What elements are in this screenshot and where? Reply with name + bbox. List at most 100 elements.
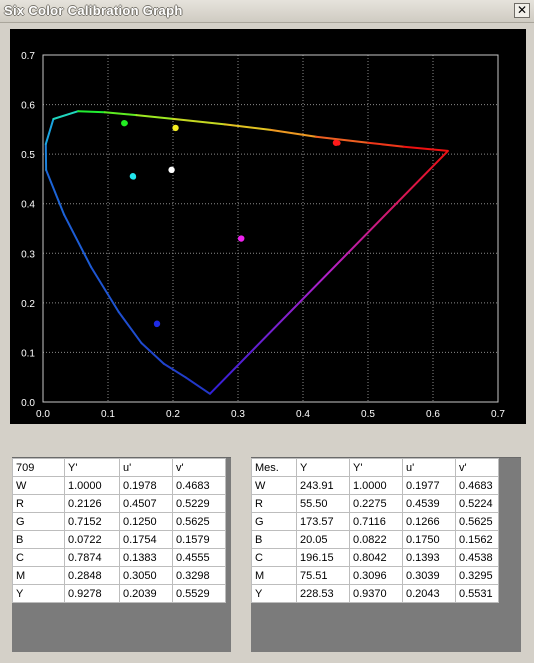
reference-table-row: G 0.7152 0.1250 0.5625 [12, 512, 226, 531]
measured-table-cell: B [251, 530, 297, 549]
spectral-locus-segment [103, 111, 138, 117]
reference-table-cell: M [12, 566, 65, 585]
point-r-measured [335, 140, 341, 146]
point-m-measured [237, 236, 244, 242]
reference-table-cell: 1.0000 [64, 476, 120, 495]
measured-table-cell: 0.3096 [349, 566, 403, 585]
measured-table-header-cell: u' [402, 458, 456, 477]
reference-table-row: R 0.2126 0.4507 0.5229 [12, 494, 226, 513]
measured-table-cell: 0.1393 [402, 548, 456, 567]
point-y-measured [173, 125, 179, 131]
reference-table-cell: 0.1383 [119, 548, 173, 567]
spectral-locus-segment [45, 168, 66, 216]
measured-table-cell: G [251, 512, 297, 531]
spectral-locus-segment [402, 145, 449, 152]
spectral-locus-segment [172, 117, 226, 126]
reference-table-cell: 0.5529 [172, 584, 226, 603]
spectral-locus-segment [140, 342, 165, 365]
spectral-locus-segment [184, 376, 211, 395]
spectral-locus-segment [44, 117, 55, 146]
measured-table-header-cell: v' [455, 458, 499, 477]
measured-table-cell: 228.53 [296, 584, 350, 603]
reference-table-cell: 0.1250 [119, 512, 173, 531]
measured-table-cell: 20.05 [296, 530, 350, 549]
reference-table-cell: 0.4507 [119, 494, 173, 513]
y-tick-label: 0.3 [21, 249, 35, 260]
reference-table-cell: 0.5229 [172, 494, 226, 513]
reference-table-cell: G [12, 512, 65, 531]
reference-table-cell: 0.7874 [64, 548, 120, 567]
cie-chart: 0.0 0.0 0.1 0.1 0.2 0.2 0.3 0.3 0.4 0.4 0.5 0.5 0.6 0… [10, 29, 526, 424]
plot-frame [42, 54, 499, 403]
reference-table-cell: 0.2126 [64, 494, 120, 513]
reference-table-cell: 0.3050 [119, 566, 173, 585]
window-title: Six Color Calibration Graph [4, 3, 183, 18]
line-of-purples [209, 150, 449, 395]
close-icon[interactable]: ✕ [514, 3, 530, 18]
point-b-measured [154, 321, 160, 328]
measured-table-cell: 75.51 [296, 566, 350, 585]
measured-table-cell: 1.0000 [349, 476, 403, 495]
reference-table-header-cell: 709 [12, 458, 65, 477]
measured-table-row: G 173.57 0.7116 0.1266 0.5625 [251, 512, 499, 531]
measured-table-cell: 0.2043 [402, 584, 456, 603]
measured-table-cell: M [251, 566, 297, 585]
reference-table-cell: 0.3298 [172, 566, 226, 585]
reference-table-cell: 0.5625 [172, 512, 226, 531]
measured-table-cell: W [251, 476, 297, 495]
measured-table: Mes. Y Y' u' v' W 243.91 1.0000 0.1977 0.4683 R 55.… [251, 458, 499, 603]
reference-table-cell: Y [12, 584, 65, 603]
measured-table-cell: 243.91 [296, 476, 350, 495]
spectral-locus-segment [117, 310, 143, 345]
spectral-locus-segment [135, 114, 174, 120]
measured-table-cell: 0.2275 [349, 494, 403, 513]
measured-table-header-cell: Y [296, 458, 350, 477]
measured-table-cell: Y [251, 584, 297, 603]
measured-table-row: W 243.91 1.0000 0.1977 0.4683 [251, 476, 499, 495]
spectral-locus-segment [52, 110, 80, 120]
y-tick-label: 0.6 [21, 101, 35, 112]
spectral-locus-segment [315, 135, 369, 144]
reference-table-cell: C [12, 548, 65, 567]
x-tick-label: 0.5 [361, 409, 375, 420]
measured-table-cell: 0.5531 [455, 584, 499, 603]
reference-table-row: B 0.0722 0.1754 0.1579 [12, 530, 226, 549]
x-tick-label: 0.2 [166, 409, 180, 420]
x-tick-label: 0.4 [296, 409, 310, 420]
reference-table-cell: 0.2848 [64, 566, 120, 585]
measured-table-row: Y 228.53 0.9370 0.2043 0.5531 [251, 584, 499, 603]
measured-table-cell: 0.9370 [349, 584, 403, 603]
measured-table-cell: 0.1562 [455, 530, 499, 549]
reference-709-table: 709 Y' u' v' W 1.0000 0.1978 0.4683 R 0.2126 0.450… [12, 458, 226, 603]
reference-table-panel: 709 Y' u' v' W 1.0000 0.1978 0.4683 R 0.2126 0.450… [12, 457, 231, 652]
reference-table-header-cell: v' [172, 458, 226, 477]
measured-table-cell: 0.8042 [349, 548, 403, 567]
measured-table-cell: 173.57 [296, 512, 350, 531]
reference-table-cell: R [12, 494, 65, 513]
measured-table-cell: 0.0822 [349, 530, 403, 549]
measured-table-row: B 20.05 0.0822 0.1750 0.1562 [251, 530, 499, 549]
reference-table-cell: B [12, 530, 65, 549]
measured-table-panel: Mes. Y Y' u' v' W 243.91 1.0000 0.1977 0.4683 R 55.… [251, 457, 521, 652]
measured-table-cell: 0.4538 [455, 548, 499, 567]
measured-table-cell: 55.50 [296, 494, 350, 513]
y-tick-label: 0.7 [21, 51, 35, 62]
spectral-locus-segment [367, 141, 405, 148]
measured-table-cell: 0.1977 [402, 476, 456, 495]
measured-table-row: R 55.50 0.2275 0.4539 0.5224 [251, 494, 499, 513]
measured-table-cell: 0.5625 [455, 512, 499, 531]
reference-table-row: M 0.2848 0.3050 0.3298 [12, 566, 226, 585]
reference-table-cell: 0.0722 [64, 530, 120, 549]
reference-table-header-cell: Y' [64, 458, 120, 477]
reference-table-cell: 0.1754 [119, 530, 173, 549]
measured-table-row: C 196.15 0.8042 0.1393 0.4538 [251, 548, 499, 567]
spectral-locus-segment [89, 265, 120, 313]
spectral-locus-segment [77, 110, 106, 114]
title-bar: Six Color Calibration Graph ✕ [0, 0, 534, 23]
point-w-measured [168, 167, 175, 173]
measured-table-cell: R [251, 494, 297, 513]
x-tick-label: 0.1 [101, 409, 115, 420]
reference-table-cell: 0.2039 [119, 584, 173, 603]
measured-table-cell: C [251, 548, 297, 567]
measured-table-cell: 0.3295 [455, 566, 499, 585]
